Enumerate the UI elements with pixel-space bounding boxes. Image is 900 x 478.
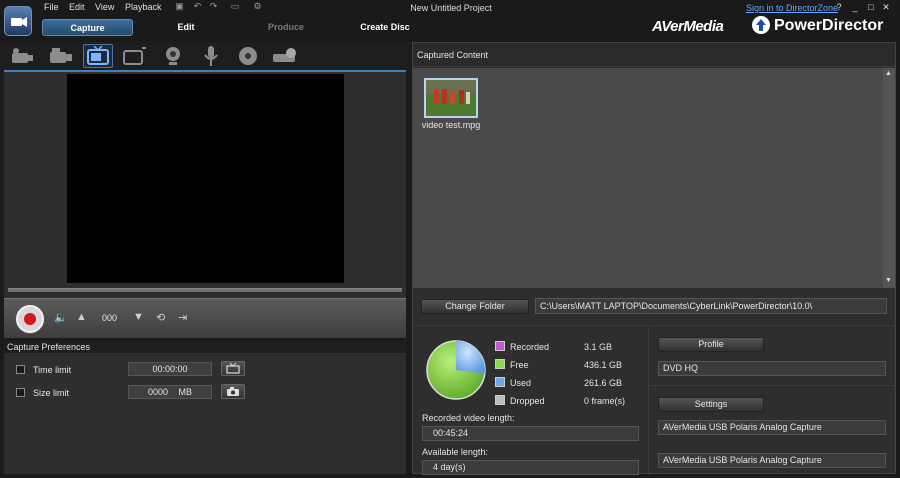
legend-recorded-label: Recorded [510,342,550,352]
scroll-down-icon[interactable]: ▼ [885,277,892,284]
recorded-length-value: 00:45:24 [422,426,639,441]
webcam-icon[interactable] [158,44,188,68]
microphone-icon[interactable] [196,44,226,68]
time-limit-label: Time limit [33,365,72,375]
preview-progress-bar[interactable] [8,288,402,292]
tv-icon[interactable] [83,44,113,68]
preview-screen [67,74,344,283]
folder-bar: Change Folder C:\Users\MATT LAPTOP\Docum… [413,293,895,321]
available-length-value: 4 day(s) [422,460,639,475]
save-icon[interactable]: ▣ [174,2,185,11]
menu-file[interactable]: File [44,2,59,12]
minimize-button[interactable]: _ [849,2,861,12]
legend-dropped-label: Dropped [510,396,545,406]
audio-device-field: AVerMedia USB Polaris Analog Capture [658,453,886,468]
video-thumbnail[interactable] [424,78,478,118]
disk-usage-pie-chart [426,340,486,400]
channel-counter: 000 [102,313,118,323]
import-icon[interactable]: ⇥ [178,311,187,324]
volume-icon[interactable]: 🔈 [54,311,68,324]
snapshot-button[interactable] [221,384,245,399]
legend-free-label: Free [510,360,529,370]
close-button[interactable]: ✕ [880,2,892,13]
legend-dropped-value: 0 frame(s) [584,396,626,406]
app-logo-icon[interactable] [4,6,32,36]
capture-source-bar [0,42,408,70]
tab-produce[interactable]: Produce [248,19,324,36]
maximize-button[interactable]: □ [865,2,877,12]
profile-value: DVD HQ [658,361,886,376]
signin-link[interactable]: Sign in to DirectorZone [746,3,838,13]
legend-free-swatch [495,359,505,369]
menu-edit[interactable]: Edit [69,2,85,12]
powerdirector-logo-icon [752,16,770,34]
video-device-field: AVerMedia USB Polaris Analog Capture [658,420,886,435]
legend-free-value: 436.1 GB [584,360,623,370]
top-bar: File Edit View Playback ▣ ↶ ↷ ▭ ⚙ New Un… [0,0,900,42]
disk-usage-panel: Recorded 3.1 GB Free 436.1 GB Used 261.6… [413,327,649,475]
undo-icon[interactable]: ↶ [192,2,203,11]
powerdirector-window: File Edit View Playback ▣ ↶ ↷ ▭ ⚙ New Un… [0,0,900,478]
tab-capture[interactable]: Capture [42,19,133,36]
time-limit-field[interactable]: 00:00:00 [128,362,212,376]
captured-content-heading: Captured Content [413,43,895,67]
scroll-up-icon[interactable]: ▲ [885,70,892,77]
settings-gear-icon[interactable]: ⚙ [252,2,263,11]
captured-content-panel: Captured Content video test.mpg ▲ ▼ Chan… [412,42,896,475]
hdv-camcorder-icon[interactable] [46,44,76,68]
menu-playback[interactable]: Playback [125,2,162,12]
legend-used-swatch [495,377,505,387]
optical-drive-icon[interactable] [270,44,300,68]
dim-icon[interactable]: ▭ [227,2,243,11]
cd-icon[interactable] [233,44,263,68]
digital-tv-icon[interactable] [120,44,150,68]
dv-camcorder-icon[interactable] [8,44,38,68]
preview-panel [4,72,406,298]
pie-used-slice [456,341,485,374]
legend-used-label: Used [510,378,532,388]
change-folder-button[interactable]: Change Folder [421,299,529,314]
brand-logo: AVerMedia PowerDirector [652,16,892,38]
brand-product: PowerDirector [774,17,884,34]
legend-used-value: 261.6 GB [584,378,623,388]
size-limit-unit: MB [178,387,193,397]
project-title: New Untitled Project [410,3,492,13]
capture-control-bar: 🔈 ▲ 000 ▼ ⟲ ⇥ [4,298,406,338]
size-limit-label: Size limit [33,388,70,398]
captured-content-area: video test.mpg ▲ ▼ [413,68,895,288]
recorded-length-label: Recorded video length: [422,413,515,423]
refresh-icon[interactable]: ⟲ [156,311,165,324]
time-limit-checkbox[interactable] [16,365,25,374]
profile-button[interactable]: Profile [658,337,764,352]
media-item[interactable]: video test.mpg [418,72,484,132]
size-limit-checkbox[interactable] [16,388,25,397]
scrollbar[interactable]: ▲ ▼ [883,68,895,288]
legend-recorded-swatch [495,341,505,351]
size-limit-field[interactable]: 0000 MB [128,385,212,399]
divider [413,325,895,326]
available-length-label: Available length: [422,447,488,457]
channel-down-icon[interactable]: ▼ [133,311,144,323]
capture-preferences-panel: Time limit 00:00:00 Size limit 0000 MB [4,353,406,474]
tab-edit[interactable]: Edit [150,19,222,36]
menu-view[interactable]: View [95,2,114,12]
divider [650,385,895,386]
help-button[interactable]: ? [833,2,845,12]
legend-dropped-swatch [495,395,505,405]
folder-path-field[interactable]: C:\Users\MATT LAPTOP\Documents\CyberLink… [535,298,887,314]
record-button[interactable] [16,305,44,333]
media-item-name: video test.mpg [421,120,481,130]
capture-preferences-heading: Capture Preferences [4,341,406,353]
channel-up-icon[interactable]: ▲ [76,311,87,323]
legend-recorded-value: 3.1 GB [584,342,613,352]
brand-vendor: AVerMedia [652,18,724,35]
size-limit-value: 0000 [148,387,169,397]
tab-create-disc[interactable]: Create Disc [352,19,418,36]
tv-schedule-button[interactable] [221,361,245,376]
settings-button[interactable]: Settings [658,397,764,412]
redo-icon[interactable]: ↷ [208,2,219,11]
